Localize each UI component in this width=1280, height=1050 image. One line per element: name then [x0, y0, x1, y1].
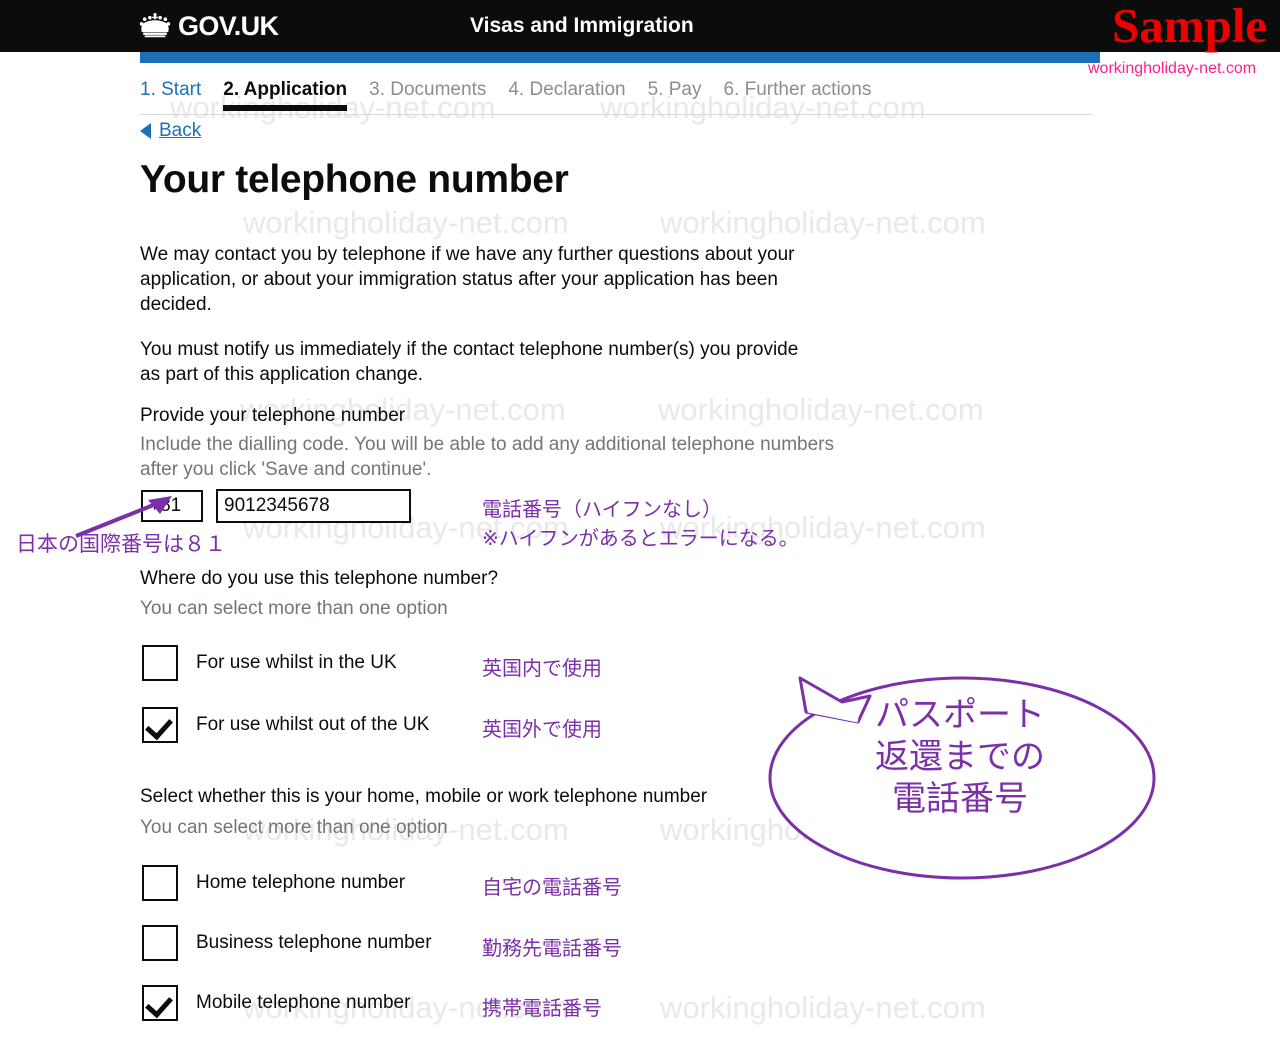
checkbox-row-business-telephone[interactable]: Business telephone number [142, 925, 432, 961]
nav-item-further-actions[interactable]: 6. Further actions [723, 79, 871, 111]
telephone-field-hint: Include the dialling code. You will be a… [140, 434, 835, 480]
watermark-text: workingholiday-net.com [243, 205, 569, 240]
phase-navigation: 1. Start 2. Application 3. Documents 4. … [140, 79, 893, 111]
question-1-legend: Where do you use this telephone number? [140, 568, 499, 589]
checkbox-label-business-telephone: Business telephone number [196, 932, 432, 953]
nav-divider [140, 114, 1092, 115]
watermark-text: workingholiday-net.com [660, 205, 986, 240]
annotation-business-telephone: 勤務先電話番号 [482, 936, 622, 960]
annotation-mobile-telephone: 携帯電話番号 [482, 996, 602, 1020]
watermark-text: workingholiday-net.com [660, 990, 986, 1025]
watermark-text: workingholiday-net.com [658, 392, 984, 427]
intro-paragraph-2: You must notify us immediately if the co… [140, 339, 799, 385]
nav-item-declaration[interactable]: 4. Declaration [508, 79, 625, 111]
dialling-code-annotation: 日本の国際番号は８１ [16, 532, 226, 556]
govuk-logo-text[interactable]: GOV.UK [178, 11, 279, 42]
checkbox-row-use-out-of-uk[interactable]: For use whilst out of the UK [142, 707, 429, 743]
annotation-use-out-of-uk: 英国外で使用 [482, 717, 602, 741]
back-link-label: Back [159, 120, 202, 141]
speech-bubble-text: パスポート 返還までの 電話番号 [820, 694, 1100, 820]
nav-item-pay[interactable]: 5. Pay [648, 79, 702, 111]
page-root: workingholiday-net.com workingholiday-ne… [0, 0, 1280, 1050]
checkbox-row-mobile-telephone[interactable]: Mobile telephone number [142, 985, 410, 1021]
blue-accent-bar [140, 52, 1100, 63]
page-title: Your telephone number [140, 158, 569, 201]
question-1-hint: You can select more than one option [140, 598, 448, 619]
bubble-line-1: パスポート [875, 695, 1045, 735]
nav-item-start[interactable]: 1. Start [140, 79, 201, 111]
telephone-field-label: Provide your telephone number [140, 405, 406, 426]
checkbox-business-telephone[interactable] [142, 925, 178, 961]
telephone-number-input[interactable] [216, 489, 411, 523]
checkbox-use-out-of-uk[interactable] [142, 707, 178, 743]
bubble-line-3: 電話番号 [892, 779, 1028, 819]
checkbox-mobile-telephone[interactable] [142, 985, 178, 1021]
checkbox-label-use-in-uk: For use whilst in the UK [196, 652, 397, 673]
checkbox-label-use-out-of-uk: For use whilst out of the UK [196, 714, 430, 735]
intro-paragraph-1: We may contact you by telephone if we ha… [140, 244, 795, 315]
checkbox-label-home-telephone: Home telephone number [196, 872, 406, 893]
phone-annotation-line2: ※ハイフンがあるとエラーになる。 [482, 526, 799, 550]
site-url-label: workingholiday-net.com [1088, 60, 1257, 77]
question-2-hint: You can select more than one option [140, 817, 448, 838]
sample-watermark: Sample [1112, 0, 1268, 53]
checkbox-label-mobile-telephone: Mobile telephone number [196, 992, 411, 1013]
nav-item-application[interactable]: 2. Application [223, 79, 347, 111]
annotation-home-telephone: 自宅の電話番号 [482, 875, 622, 899]
question-2-legend: Select whether this is your home, mobile… [140, 786, 708, 807]
nav-item-documents[interactable]: 3. Documents [369, 79, 486, 111]
service-name: Visas and Immigration [470, 14, 694, 37]
annotation-use-in-uk: 英国内で使用 [482, 656, 602, 680]
left-triangle-icon [140, 123, 151, 139]
crown-icon [139, 13, 171, 38]
checkbox-row-use-in-uk[interactable]: For use whilst in the UK [142, 645, 397, 681]
checkbox-home-telephone[interactable] [142, 865, 178, 901]
back-link[interactable]: Back [140, 120, 201, 142]
checkbox-use-in-uk[interactable] [142, 645, 178, 681]
bubble-line-2: 返還までの [875, 737, 1045, 777]
phone-annotation-line1: 電話番号（ハイフンなし） [482, 497, 722, 521]
checkbox-row-home-telephone[interactable]: Home telephone number [142, 865, 405, 901]
